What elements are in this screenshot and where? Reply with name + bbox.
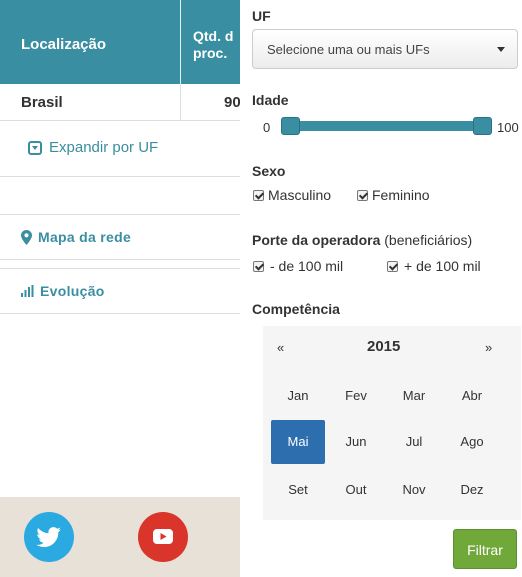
twitter-button[interactable] (24, 512, 74, 562)
filter-panel: UF Selecione uma ou mais UFs Idade 0 100… (240, 0, 522, 577)
nav-map[interactable]: Mapa da rede (0, 214, 240, 260)
checkbox-checked-icon (253, 260, 264, 272)
youtube-button[interactable] (138, 512, 188, 562)
map-marker-icon (21, 229, 32, 245)
competence-label: Competência (252, 301, 340, 317)
footer (0, 497, 240, 577)
age-min-value: 0 (263, 120, 271, 135)
operator-option-small[interactable]: - de 100 mil (253, 258, 343, 274)
uf-select-value: Selecione uma ou mais UFs (267, 42, 430, 57)
month-out[interactable]: Out (329, 468, 383, 512)
month-jun[interactable]: Jun (329, 420, 383, 464)
month-jul[interactable]: Jul (387, 420, 441, 464)
nav-evolution-label: Evolução (40, 283, 105, 299)
age-max-value: 100 (497, 120, 519, 135)
caret-down-icon (497, 47, 505, 52)
chevron-down-square-icon (28, 140, 42, 155)
nav-evolution[interactable]: Evolução (0, 268, 240, 314)
twitter-icon (36, 527, 61, 548)
divider (0, 176, 240, 177)
uf-label: UF (252, 8, 271, 24)
month-picker: « 2015 » Jan Fev Mar Abr Mai Jun Jul Ago… (263, 326, 521, 520)
table-header: Localização Qtd. d proc. (0, 0, 240, 84)
month-dez[interactable]: Dez (445, 468, 499, 512)
month-mai[interactable]: Mai (271, 420, 325, 464)
month-abr[interactable]: Abr (445, 374, 499, 418)
bar-chart-icon (21, 285, 34, 297)
calendar-year[interactable]: 2015 (367, 338, 400, 355)
operator-size-label-normal: (beneficiários) (384, 232, 473, 248)
month-set[interactable]: Set (271, 468, 325, 512)
sex-option-label: Masculino (268, 187, 332, 203)
month-nov[interactable]: Nov (387, 468, 441, 512)
nav-map-label: Mapa da rede (38, 229, 132, 245)
expand-by-uf-link[interactable]: Expandir por UF (28, 139, 158, 156)
operator-size-label: Porte da operadora (beneficiários) (252, 232, 472, 248)
sex-option-masculino[interactable]: Masculino (253, 187, 331, 203)
age-label: Idade (252, 92, 289, 108)
header-divider (180, 0, 181, 84)
header-localizacao: Localização (21, 36, 107, 53)
age-slider-min-handle[interactable] (281, 117, 300, 135)
checkbox-checked-icon (357, 189, 368, 201)
results-panel: Localização Qtd. d proc. Brasil 90 Expan… (0, 0, 241, 577)
cell-location: Brasil (21, 94, 63, 111)
sex-label: Sexo (252, 163, 286, 179)
month-ago[interactable]: Ago (445, 420, 499, 464)
sex-option-feminino[interactable]: Feminino (357, 187, 430, 203)
age-slider-range (285, 121, 485, 131)
checkbox-checked-icon (253, 189, 264, 201)
youtube-icon (153, 529, 173, 544)
filter-button[interactable]: Filtrar (453, 529, 517, 569)
calendar-next-button[interactable]: » (485, 340, 492, 355)
checkbox-checked-icon (387, 260, 398, 272)
operator-option-label: + de 100 mil (404, 258, 481, 274)
cell-value: 90 (224, 94, 241, 111)
operator-option-large[interactable]: + de 100 mil (387, 258, 481, 274)
month-mar[interactable]: Mar (387, 374, 441, 418)
operator-option-label: - de 100 mil (270, 258, 344, 274)
uf-select[interactable]: Selecione uma ou mais UFs (252, 29, 518, 69)
sex-option-label: Feminino (372, 187, 430, 203)
month-jan[interactable]: Jan (271, 374, 325, 418)
row-divider (180, 84, 181, 121)
age-slider-max-handle[interactable] (473, 117, 492, 135)
operator-size-label-bold: Porte da operadora (252, 232, 381, 248)
table-row: Brasil 90 (0, 84, 241, 121)
month-fev[interactable]: Fev (329, 374, 383, 418)
expand-label: Expandir por UF (49, 139, 159, 156)
calendar-prev-button[interactable]: « (277, 340, 284, 355)
